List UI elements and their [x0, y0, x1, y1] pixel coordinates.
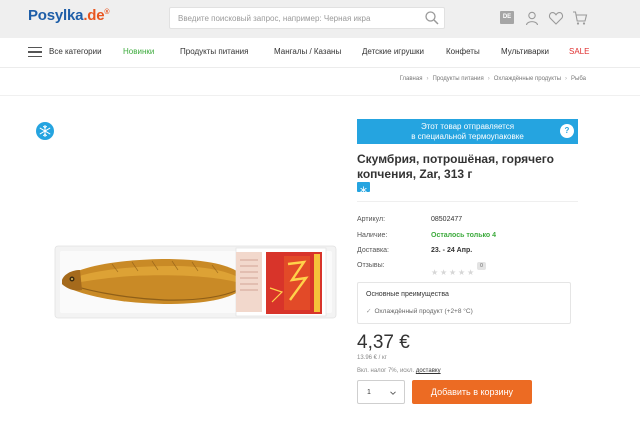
- nav-item-new[interactable]: Новинки: [123, 47, 154, 56]
- search-box: [169, 7, 445, 29]
- star-icon: ★: [431, 268, 439, 277]
- shipping-link[interactable]: доставку: [416, 368, 441, 374]
- nav-item-candy[interactable]: Конфеты: [446, 47, 480, 56]
- nav-item-sale[interactable]: SALE: [569, 47, 589, 56]
- review-count-badge: 0: [477, 262, 486, 270]
- delivery-label: Доставка:: [357, 247, 390, 254]
- language-switch[interactable]: DE: [500, 11, 514, 24]
- nav-item-food[interactable]: Продукты питания: [180, 47, 248, 56]
- benefit-item-text: Охлаждённый продукт (+2+8 °C): [374, 308, 473, 315]
- divider: [357, 201, 578, 202]
- nav-item-grills[interactable]: Мангалы / Казаны: [274, 47, 341, 56]
- delivery-value: 23. - 24 Апр.: [431, 247, 473, 254]
- add-to-cart-button[interactable]: Добавить в корзину: [412, 380, 532, 404]
- help-question-icon[interactable]: ?: [560, 124, 574, 138]
- unit-price: 13.96 € / кг: [357, 355, 387, 361]
- search-input[interactable]: [170, 8, 420, 28]
- sku-value: 08502477: [431, 216, 463, 223]
- breadcrumb-current[interactable]: Рыба: [571, 76, 586, 82]
- breadcrumb-link[interactable]: Главная: [400, 76, 423, 82]
- nav-item-toys[interactable]: Детские игрушки: [362, 47, 424, 56]
- quantity-select[interactable]: 1: [357, 380, 405, 404]
- key-benefits-box: Основные преимущества ✓ Охлаждённый проду…: [357, 282, 571, 324]
- search-icon[interactable]: [424, 10, 440, 26]
- availability-value: Осталось только 4: [431, 232, 497, 239]
- menu-burger-icon[interactable]: [28, 47, 42, 57]
- star-icon: ★: [467, 268, 475, 277]
- breadcrumb-divider: [0, 95, 640, 96]
- tax-note-text: Вкл. налог 7%, искл.: [357, 368, 415, 374]
- benefits-title: Основные преимущества: [366, 291, 449, 298]
- check-icon: ✓: [366, 308, 372, 315]
- breadcrumb-link[interactable]: Охлаждённые продукты: [494, 76, 561, 82]
- logo-registered: ®: [104, 9, 110, 16]
- product-title: Скумбрия, потрошёная, горячего копчения,…: [357, 152, 554, 181]
- star-icon: ★: [440, 268, 448, 277]
- rating-stars[interactable]: ★ ★ ★ ★ ★0: [431, 262, 486, 277]
- thermo-banner-line1: Этот товар отправляется: [420, 122, 515, 131]
- availability-label: Наличие:: [357, 232, 388, 239]
- reviews-label: Отзывы:: [357, 262, 385, 269]
- chilled-badge-snowflake-icon: [357, 182, 370, 194]
- nav-all-categories[interactable]: Все категории: [49, 47, 102, 56]
- product-price: 4,37 €: [357, 332, 410, 353]
- breadcrumb: Главная › Продукты питания › Охлаждённые про…: [399, 76, 586, 82]
- star-icon: ★: [458, 268, 466, 277]
- tax-note: Вкл. налог 7%, искл. доставку: [357, 368, 441, 374]
- star-icon: ★: [449, 268, 457, 277]
- chevron-down-icon: [390, 391, 396, 395]
- nav-item-multicookers[interactable]: Мультиварки: [501, 47, 549, 56]
- account-icon[interactable]: [524, 10, 540, 26]
- site-logo[interactable]: Posylka.de®: [28, 7, 110, 24]
- main-navigation: Все категории Новинки Продукты питания М…: [0, 38, 640, 68]
- cart-icon[interactable]: [572, 10, 588, 26]
- site-header: Posylka.de® DE: [0, 0, 640, 38]
- logo-text: Posylka: [28, 7, 84, 24]
- chilled-snowflake-icon: [36, 122, 54, 140]
- wishlist-heart-icon[interactable]: [548, 10, 564, 26]
- thermo-packaging-banner: Этот товар отправляется в специальной те…: [357, 119, 578, 144]
- logo-tld: de: [87, 7, 105, 24]
- quantity-value: 1: [367, 389, 371, 396]
- product-image[interactable]: [52, 240, 338, 322]
- benefit-item: ✓ Охлаждённый продукт (+2+8 °C): [366, 307, 473, 315]
- sku-label: Артикул:: [357, 216, 386, 223]
- thermo-banner-line2: в специальной термоупаковке: [411, 132, 524, 141]
- breadcrumb-link[interactable]: Продукты питания: [432, 76, 483, 82]
